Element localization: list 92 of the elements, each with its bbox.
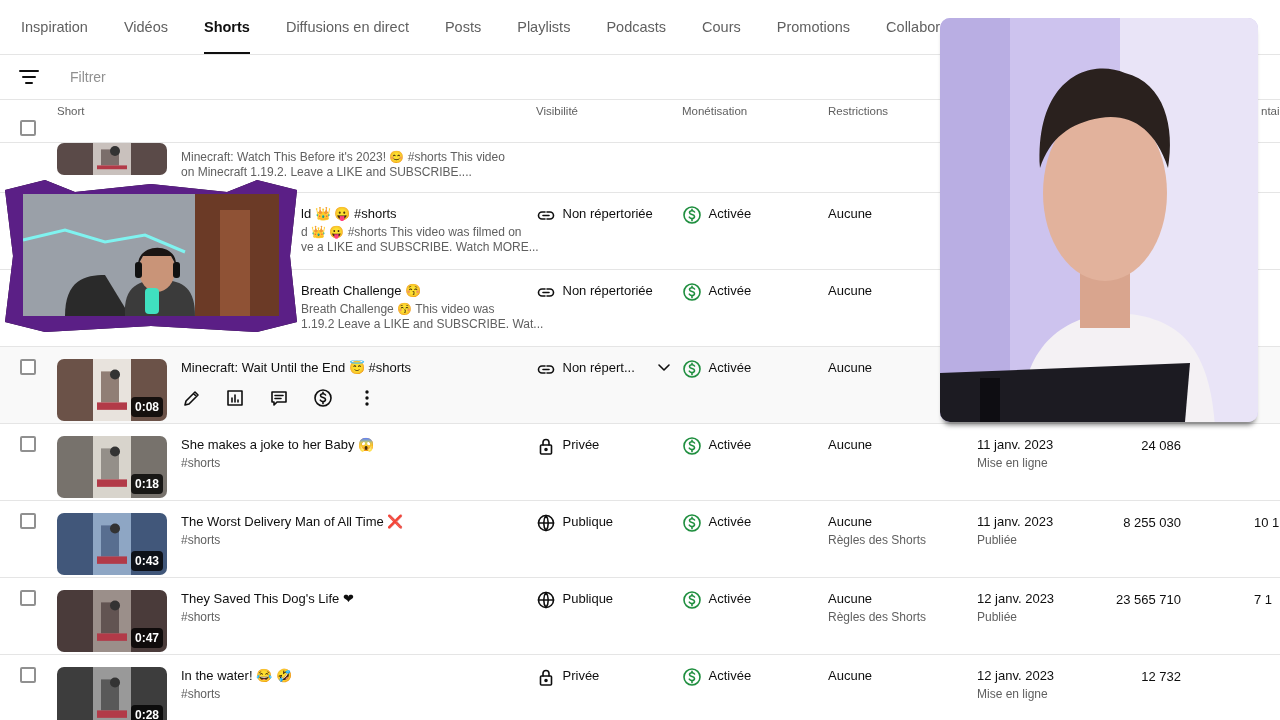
checkbox[interactable] <box>20 590 36 606</box>
visibility-label: Publique <box>562 590 614 607</box>
tab[interactable]: Inspiration <box>21 17 88 54</box>
visibility-label: Non répertoriée <box>562 205 653 222</box>
comment-count: 7 1 <box>1254 592 1273 607</box>
video-description: d 👑 😛 #shorts This video was filmed on <box>301 225 522 241</box>
checkbox[interactable] <box>20 119 36 136</box>
column-header[interactable]: Restrictions <box>828 105 889 118</box>
globe-icon <box>536 513 556 533</box>
checkbox[interactable] <box>20 513 36 529</box>
globe-icon <box>536 590 556 610</box>
date-status: Mise en ligne <box>977 456 1049 472</box>
video-title[interactable]: She makes a joke to her Baby 😱 <box>181 436 375 453</box>
tab[interactable]: Shorts <box>204 17 250 54</box>
duration-label: 0:43 <box>130 551 163 571</box>
column-header[interactable]: Monétisation <box>682 105 748 118</box>
restriction-note: Règles des Shorts <box>828 610 928 626</box>
dollar-icon <box>682 282 702 302</box>
column-header[interactable]: ntai <box>1261 105 1280 118</box>
visibility-label: Non répert... <box>562 359 635 376</box>
tab[interactable]: Collabor <box>886 17 941 54</box>
view-count: 24 086 <box>1141 438 1181 453</box>
video-description: on Minecraft 1.19.2. Leave a LIKE and SUBSCRIBE.... <box>181 165 472 180</box>
video-description: ve a LIKE and SUBSCRIBE. Watch MORE... <box>301 240 539 256</box>
date-status: Publiée <box>977 610 1019 626</box>
bar-chart-icon[interactable] <box>225 387 245 408</box>
duration-label: 0:47 <box>130 628 163 648</box>
column-header[interactable]: Visibilité <box>536 105 578 118</box>
date-label: 12 janv. 2023 <box>977 590 1056 607</box>
restriction-label: Aucune <box>828 205 874 222</box>
checkbox[interactable] <box>20 667 36 683</box>
restriction-label: Aucune <box>828 513 874 530</box>
restriction-label: Aucune <box>828 590 874 607</box>
visibility-label: Non répertoriée <box>562 282 653 299</box>
date-label: 11 janv. 2023 <box>977 513 1055 530</box>
duration-label: 0:08 <box>130 397 163 417</box>
monetization-label: Activée <box>708 205 752 222</box>
column-header[interactable]: Short <box>57 105 85 118</box>
video-title[interactable]: Minecraft: Wait Until the End 😇 #shorts <box>181 359 412 376</box>
video-description: #shorts <box>181 610 221 626</box>
dollar-icon <box>682 590 702 610</box>
restriction-label: Aucune <box>828 436 874 453</box>
date-status: Mise en ligne <box>977 687 1049 703</box>
checkbox[interactable] <box>20 436 36 452</box>
visibility-label: Privée <box>562 436 600 453</box>
filter-icon[interactable] <box>18 67 40 87</box>
dollar-icon <box>682 436 702 456</box>
video-description: #shorts <box>181 687 221 703</box>
video-description: Breath Challenge 😚 This video was <box>301 302 495 318</box>
comment-count: 10 1 <box>1254 515 1280 530</box>
video-title[interactable]: Breath Challenge 😚 <box>301 282 422 299</box>
monetization-label: Activée <box>708 667 752 684</box>
monetization-label: Activée <box>708 513 752 530</box>
tab[interactable]: Posts <box>444 17 482 54</box>
duration-label: 0:18 <box>130 474 163 494</box>
dollar-icon <box>682 667 702 687</box>
checkbox[interactable] <box>20 359 36 375</box>
video-description: Minecraft: Watch This Before it's 2023! 😊 #shorts This video <box>181 150 505 165</box>
restriction-label: Aucune <box>828 282 874 299</box>
visibility-label: Privée <box>562 667 600 684</box>
video-description: 1.19.2 Leave a LIKE and SUBSCRIBE. Wat... <box>301 317 544 333</box>
video-title[interactable]: In the water! 😂 🤣 <box>181 667 292 684</box>
restriction-note: Règles des Shorts <box>828 533 928 549</box>
video-description: #shorts <box>181 456 221 472</box>
video-title[interactable]: They Saved This Dog's Life ❤ <box>181 590 354 607</box>
monetization-label: Activée <box>708 436 752 453</box>
monetization-label: Activée <box>708 359 752 376</box>
date-label: 12 janv. 2023 <box>977 667 1056 684</box>
tab[interactable]: Vidéos <box>123 17 168 54</box>
restriction-label: Aucune <box>828 359 874 376</box>
dollar-icon[interactable] <box>313 387 333 408</box>
video-description: #shorts <box>181 533 221 549</box>
video-title[interactable]: The Worst Delivery Man of All Time ❌ <box>181 513 404 530</box>
duration-label: 0:28 <box>130 705 163 720</box>
date-status: Publiée <box>977 533 1019 549</box>
dollar-icon <box>682 359 702 379</box>
restriction-label: Aucune <box>828 667 874 684</box>
dollar-icon <box>682 205 702 225</box>
dollar-icon <box>682 513 702 533</box>
view-count: 12 732 <box>1141 669 1181 684</box>
tab[interactable]: Playlists <box>517 17 571 54</box>
tab[interactable]: Podcasts <box>606 17 667 54</box>
date-label: 11 janv. 2023 <box>977 436 1055 453</box>
visibility-label: Publique <box>562 513 614 530</box>
view-count: 8 255 030 <box>1123 515 1181 530</box>
monetization-label: Activée <box>708 282 752 299</box>
view-count: 23 565 710 <box>1115 592 1181 607</box>
tab[interactable]: Diffusions en direct <box>285 17 409 54</box>
tab[interactable]: Promotions <box>776 17 851 54</box>
tab[interactable]: Cours <box>702 17 741 54</box>
video-title[interactable]: ld 👑 😛 #shorts <box>301 205 397 222</box>
monetization-label: Activée <box>708 590 752 607</box>
